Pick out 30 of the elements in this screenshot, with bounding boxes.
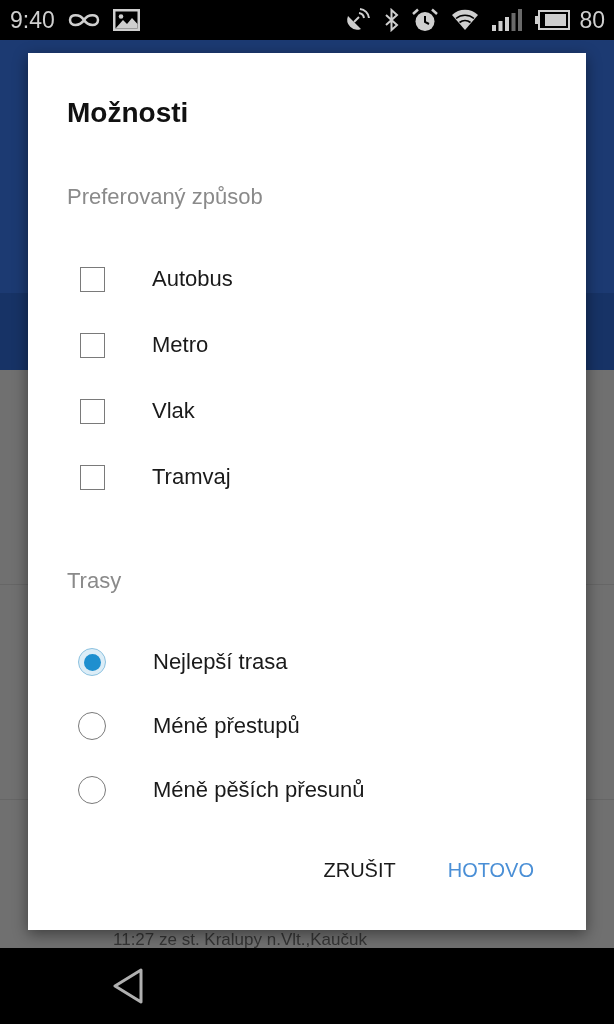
dialog-title: Možnosti bbox=[66, 96, 190, 130]
image-icon bbox=[112, 9, 140, 31]
radio-button[interactable] bbox=[78, 776, 106, 804]
bluetooth-icon bbox=[384, 8, 400, 32]
alarm-clock-icon bbox=[412, 8, 439, 32]
checkbox[interactable] bbox=[80, 464, 105, 490]
option-label: Metro bbox=[152, 331, 209, 359]
checkbox[interactable] bbox=[80, 332, 105, 358]
section-heading: Preferovaný způsob bbox=[66, 183, 264, 211]
option-label: Autobus bbox=[152, 265, 233, 293]
checkbox[interactable] bbox=[80, 266, 105, 292]
list-item-text: 11:27 ze st. Kralupy n.Vlt.,Kaučuk bbox=[113, 932, 367, 948]
radio-button[interactable] bbox=[78, 648, 106, 676]
battery-icon bbox=[535, 10, 571, 30]
option-label: Tramvaj bbox=[152, 463, 231, 491]
checkbox[interactable] bbox=[80, 398, 105, 424]
cancel-button[interactable]: ZRUŠIT bbox=[311, 846, 408, 894]
option-label: Nejlepší trasa bbox=[153, 648, 288, 676]
battery-percentage: 80 bbox=[579, 6, 605, 34]
infinity-icon bbox=[67, 12, 100, 28]
option-label: Méně pěších přesunů bbox=[153, 776, 365, 804]
signal-bars-icon bbox=[492, 9, 523, 31]
wifi-icon bbox=[451, 9, 480, 31]
clock-time: 9:40 bbox=[10, 6, 55, 34]
radio-button[interactable] bbox=[78, 712, 106, 740]
option-label: Vlak bbox=[152, 397, 195, 425]
option-label: Méně přestupů bbox=[153, 712, 300, 740]
satellite-dish-icon bbox=[345, 8, 372, 32]
section-heading: Trasy bbox=[66, 567, 123, 595]
back-icon[interactable] bbox=[112, 968, 144, 1004]
